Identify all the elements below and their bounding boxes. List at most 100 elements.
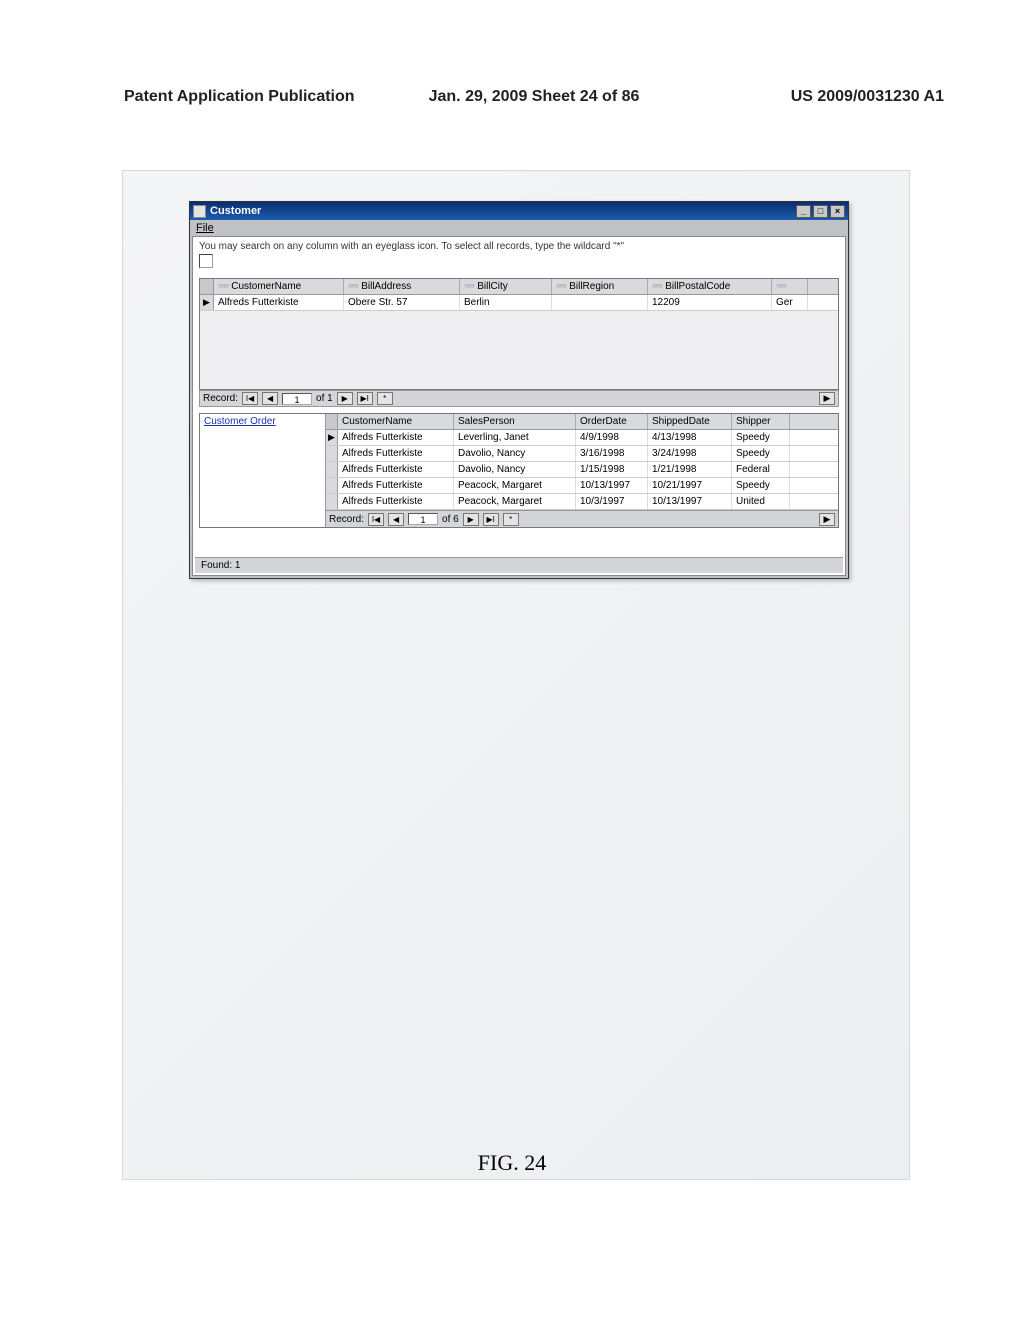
cell[interactable]: 10/13/1997 [576,478,648,493]
col-billaddress[interactable]: 👓BillAddress [344,279,460,294]
window-title: Customer [210,205,796,217]
cell-billcity[interactable]: Berlin [460,295,552,310]
main-record-navigator: Record: I◀ ◀ 1 of 1 ▶ ▶I * ▶ [199,390,839,407]
cell[interactable]: 10/21/1997 [648,478,732,493]
row-marker [326,494,338,509]
cell[interactable]: 3/24/1998 [648,446,732,461]
nav-first-button[interactable]: I◀ [242,392,258,405]
customer-grid: 👓CustomerName 👓BillAddress 👓BillCity 👓Bi… [199,278,839,390]
app-icon [193,205,206,218]
minimize-button[interactable]: _ [796,205,811,218]
subcol-orderdate[interactable]: OrderDate [576,414,648,429]
subcol-shippeddate[interactable]: ShippedDate [648,414,732,429]
cell[interactable]: Alfreds Futterkiste [338,462,454,477]
cell-customername[interactable]: Alfreds Futterkiste [214,295,344,310]
cell-extra[interactable]: Ger [772,295,808,310]
cell[interactable]: Peacock, Margaret [454,478,576,493]
row-marker [326,462,338,477]
subcol-customername[interactable]: CustomerName [338,414,454,429]
nav-next-button[interactable]: ▶ [463,513,479,526]
eyeglass-icon: 👓 [776,281,787,292]
cell[interactable]: 4/9/1998 [576,430,648,445]
cell[interactable]: Speedy [732,430,790,445]
doc-header-left: Patent Application Publication [124,88,355,106]
cell[interactable]: 1/21/1998 [648,462,732,477]
nav-prev-button[interactable]: ◀ [388,513,404,526]
cell-billregion[interactable] [552,295,648,310]
record-number-input[interactable]: 1 [282,393,312,405]
eyeglass-icon: 👓 [652,281,663,292]
nav-next-button[interactable]: ▶ [337,392,353,405]
cell[interactable]: Alfreds Futterkiste [338,478,454,493]
eyeglass-icon: 👓 [556,281,567,292]
eyeglass-icon: 👓 [348,281,359,292]
search-input[interactable] [199,254,213,268]
rowheader-blank [200,279,214,294]
col-billregion[interactable]: 👓BillRegion [552,279,648,294]
hscroll-right-icon[interactable]: ▶ [819,392,835,405]
cell[interactable]: Alfreds Futterkiste [338,494,454,509]
nav-new-button[interactable]: * [503,513,519,526]
cell[interactable]: 4/13/1998 [648,430,732,445]
cell[interactable]: Leverling, Janet [454,430,576,445]
cell[interactable]: Peacock, Margaret [454,494,576,509]
customer-window: Customer _ □ × File You may search on an… [189,201,849,579]
menubar[interactable]: File [190,220,848,236]
statusbar: Found: 1 [195,557,843,573]
table-row[interactable]: Alfreds FutterkistePeacock, Margaret10/1… [326,478,838,494]
cell[interactable]: 10/13/1997 [648,494,732,509]
cell[interactable]: Speedy [732,478,790,493]
subcol-shipper[interactable]: Shipper [732,414,790,429]
cell[interactable]: Alfreds Futterkiste [338,446,454,461]
detail-split: Customer Order CustomerName SalesPerson … [199,413,839,528]
col-customername[interactable]: 👓CustomerName [214,279,344,294]
table-row[interactable]: Alfreds FutterkistePeacock, Margaret10/3… [326,494,838,510]
nav-last-button[interactable]: ▶I [483,513,499,526]
nav-last-button[interactable]: ▶I [357,392,373,405]
record-label: Record: [329,514,364,525]
table-row[interactable]: Alfreds FutterkisteDavolio, Nancy1/15/19… [326,462,838,478]
cell[interactable]: Alfreds Futterkiste [338,430,454,445]
tree-customer-order[interactable]: Customer Order [204,416,321,427]
cell[interactable]: Davolio, Nancy [454,446,576,461]
nav-new-button[interactable]: * [377,392,393,405]
sub-rowheader-blank [326,414,338,429]
nav-first-button[interactable]: I◀ [368,513,384,526]
maximize-button[interactable]: □ [813,205,828,218]
cell[interactable]: Speedy [732,446,790,461]
doc-header-center: Jan. 29, 2009 Sheet 24 of 86 [429,88,640,106]
eyeglass-icon: 👓 [464,281,475,292]
record-number-input[interactable]: 1 [408,513,438,525]
cell[interactable]: 1/15/1998 [576,462,648,477]
search-hint: You may search on any column with an eye… [199,241,839,252]
close-button[interactable]: × [830,205,845,218]
doc-header-right: US 2009/0031230 A1 [791,88,944,106]
cell[interactable]: 10/3/1997 [576,494,648,509]
record-of-label: of 6 [442,514,459,525]
cell[interactable]: United [732,494,790,509]
table-row[interactable]: ▶Alfreds FutterkisteLeverling, Janet4/9/… [326,430,838,446]
col-extra[interactable]: 👓 [772,279,808,294]
col-billcity[interactable]: 👓BillCity [460,279,552,294]
cell[interactable]: Federal [732,462,790,477]
hscroll-right-icon[interactable]: ▶ [819,513,835,526]
sub-record-navigator: Record: I◀ ◀ 1 of 6 ▶ ▶I * ▶ [326,510,838,527]
record-of-label: of 1 [316,393,333,404]
titlebar[interactable]: Customer _ □ × [190,202,848,220]
figure-area: Customer _ □ × File You may search on an… [122,170,910,1180]
cell[interactable]: Davolio, Nancy [454,462,576,477]
col-billpostalcode[interactable]: 👓BillPostalCode [648,279,772,294]
nav-prev-button[interactable]: ◀ [262,392,278,405]
detail-tree: Customer Order [200,414,326,527]
record-label: Record: [203,393,238,404]
cell-billpostalcode[interactable]: 12209 [648,295,772,310]
cell-billaddress[interactable]: Obere Str. 57 [344,295,460,310]
row-marker: ▶ [200,295,214,310]
table-row[interactable]: Alfreds FutterkisteDavolio, Nancy3/16/19… [326,446,838,462]
table-row[interactable]: ▶ Alfreds Futterkiste Obere Str. 57 Berl… [200,295,838,311]
order-grid: CustomerName SalesPerson OrderDate Shipp… [326,414,838,527]
figure-caption: FIG. 24 [0,1150,1024,1176]
subcol-salesperson[interactable]: SalesPerson [454,414,576,429]
menu-file[interactable]: File [196,222,214,234]
cell[interactable]: 3/16/1998 [576,446,648,461]
